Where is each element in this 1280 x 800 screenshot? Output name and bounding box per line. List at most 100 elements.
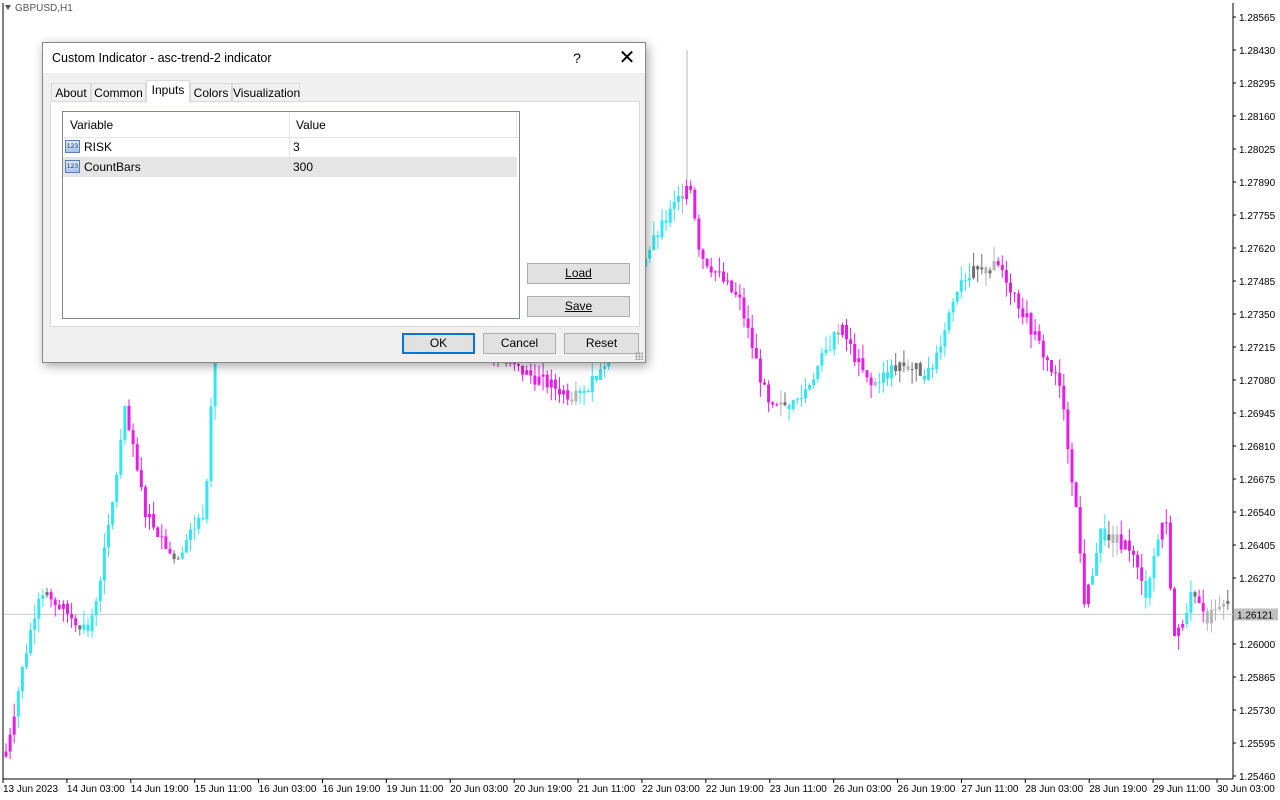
time-label: 13 Jun 2023	[3, 784, 58, 795]
variable-value[interactable]: 3	[293, 140, 300, 154]
candle-body	[102, 547, 106, 581]
candle-body	[1222, 603, 1226, 607]
candle-body	[29, 629, 33, 654]
variable-value[interactable]: 300	[293, 160, 313, 174]
candle-body	[1177, 627, 1181, 636]
candle-body	[578, 390, 582, 393]
load-button[interactable]: Load	[527, 263, 630, 284]
tab-common[interactable]: Common	[91, 83, 146, 102]
candle-body	[861, 358, 865, 371]
candle-body	[648, 250, 652, 259]
tab-visualization[interactable]: Visualization	[232, 83, 300, 102]
candle-body	[1058, 373, 1062, 386]
candle-body	[1000, 265, 1004, 271]
candle-body	[119, 439, 123, 475]
time-label: 22 Jun 19:00	[706, 784, 764, 795]
tab-colors[interactable]: Colors	[190, 83, 232, 102]
candle-body	[189, 529, 192, 541]
resize-grip-icon[interactable]	[635, 352, 643, 360]
time-label: 20 Jun 19:00	[514, 784, 572, 795]
candle-body	[1160, 522, 1164, 540]
help-icon[interactable]: ?	[563, 43, 591, 73]
candle-body	[812, 379, 816, 385]
candle-body	[754, 348, 758, 359]
candle-body	[1181, 624, 1185, 628]
candle-body	[808, 384, 812, 390]
candle-body	[767, 384, 771, 403]
candle-body	[906, 365, 910, 370]
save-button[interactable]: Save	[527, 296, 630, 317]
candle-body	[894, 365, 898, 372]
candle-body	[115, 474, 119, 502]
candle-body	[25, 653, 28, 667]
time-label: 16 Jun 19:00	[322, 784, 380, 795]
price-label: 1.27350	[1239, 310, 1276, 321]
price-label: 1.28430	[1239, 46, 1276, 57]
price-label: 1.27215	[1239, 343, 1276, 354]
candle-body	[184, 540, 188, 553]
candle-body	[1086, 584, 1090, 605]
candle-body	[996, 260, 1000, 266]
price-label: 1.26945	[1239, 409, 1276, 420]
dialog-title: Custom Indicator - asc-trend-2 indicator	[52, 51, 272, 65]
table-row[interactable]: 123 RISK 3	[63, 137, 517, 157]
candle-body	[787, 405, 791, 409]
candle-body	[4, 751, 8, 757]
candle-body	[1062, 385, 1066, 410]
candle-body	[1025, 313, 1029, 318]
time-label: 26 Jun 19:00	[898, 784, 956, 795]
candle-body	[1173, 588, 1176, 636]
candle-body	[820, 352, 824, 366]
candle-body	[717, 271, 721, 273]
close-icon[interactable]: ✕	[607, 43, 647, 73]
table-row[interactable]: 123 CountBars 300	[63, 157, 517, 177]
candle-body	[1082, 553, 1086, 605]
candle-body	[582, 390, 586, 393]
candle-body	[123, 405, 127, 440]
price-label: 1.26270	[1239, 574, 1276, 585]
candle-body	[1021, 308, 1025, 318]
candle-body	[705, 258, 709, 267]
candle-body	[738, 294, 742, 298]
candle-body	[914, 363, 918, 370]
candle-body	[1009, 282, 1012, 293]
price-label: 1.26000	[1239, 640, 1276, 651]
candle-body	[730, 280, 734, 292]
ok-button[interactable]: OK	[402, 333, 475, 354]
candle-body	[1013, 292, 1017, 294]
price-label: 1.27620	[1239, 244, 1276, 255]
candle-body	[1205, 611, 1209, 624]
candle-body	[779, 402, 783, 405]
candle-body	[849, 339, 853, 344]
candle-body	[984, 267, 988, 274]
candle-body	[1099, 528, 1103, 553]
candle-body	[947, 312, 951, 331]
tab-about[interactable]: About	[51, 83, 91, 102]
candle-body	[1152, 556, 1156, 579]
dialog-titlebar[interactable]: Custom Indicator - asc-trend-2 indicator…	[43, 43, 645, 73]
header-variable[interactable]: Variable	[70, 118, 113, 132]
candle-body	[750, 327, 754, 349]
tab-inputs[interactable]: Inputs	[146, 80, 190, 103]
price-label: 1.25730	[1239, 706, 1276, 717]
chart-menu-icon[interactable]	[5, 5, 11, 10]
candle-body	[160, 536, 164, 538]
candle-body	[164, 536, 168, 549]
candle-body	[1197, 596, 1201, 603]
header-divider[interactable]	[289, 112, 290, 137]
candle-body	[135, 444, 139, 471]
header-value[interactable]: Value	[296, 118, 326, 132]
candle-body	[529, 370, 533, 376]
candle-body	[537, 376, 541, 385]
candle-body	[922, 375, 926, 380]
candle-body	[201, 517, 205, 520]
reset-button[interactable]: Reset	[564, 333, 639, 354]
candle-body	[562, 390, 566, 395]
candle-body	[898, 362, 902, 372]
candle-body	[57, 605, 61, 609]
candle-body	[976, 266, 980, 270]
inputs-grid[interactable]: Variable Value 123 RISK 3 123 CountBars …	[62, 111, 520, 319]
price-label: 1.28025	[1239, 145, 1276, 156]
time-label: 20 Jun 03:00	[450, 784, 508, 795]
cancel-button[interactable]: Cancel	[483, 333, 556, 354]
